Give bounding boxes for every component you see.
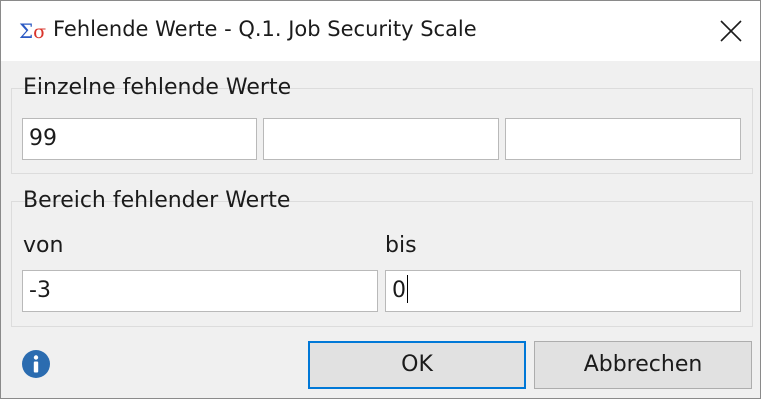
range-from-field[interactable]: -3 [22,270,378,312]
ok-button[interactable]: OK [308,341,526,389]
single-missing-label: Einzelne fehlende Werte [23,75,292,100]
range-to-text: 0 [392,278,406,303]
missing-value-field-2[interactable] [263,118,499,160]
range-from-text: -3 [29,278,51,303]
text-caret [407,275,408,303]
missing-value-1-text: 99 [29,126,57,151]
missing-value-field-1[interactable]: 99 [22,118,257,160]
range-missing-label: Bereich fehlender Werte [23,188,291,213]
close-icon [720,20,742,42]
range-to-field[interactable]: 0 [385,270,741,312]
close-button[interactable] [702,1,760,61]
cancel-button[interactable]: Abbrechen [534,341,752,389]
missing-value-field-3[interactable] [505,118,741,160]
to-label: bis [385,233,417,258]
window-title: Fehlende Werte - Q.1. Job Security Scale [53,17,477,41]
sigma-icon: Σσ [19,19,47,43]
missing-values-dialog: Σσ Fehlende Werte - Q.1. Job Security Sc… [0,0,761,399]
title-bar: Σσ Fehlende Werte - Q.1. Job Security Sc… [1,1,760,61]
from-label: von [23,233,64,258]
info-icon[interactable] [21,349,51,379]
